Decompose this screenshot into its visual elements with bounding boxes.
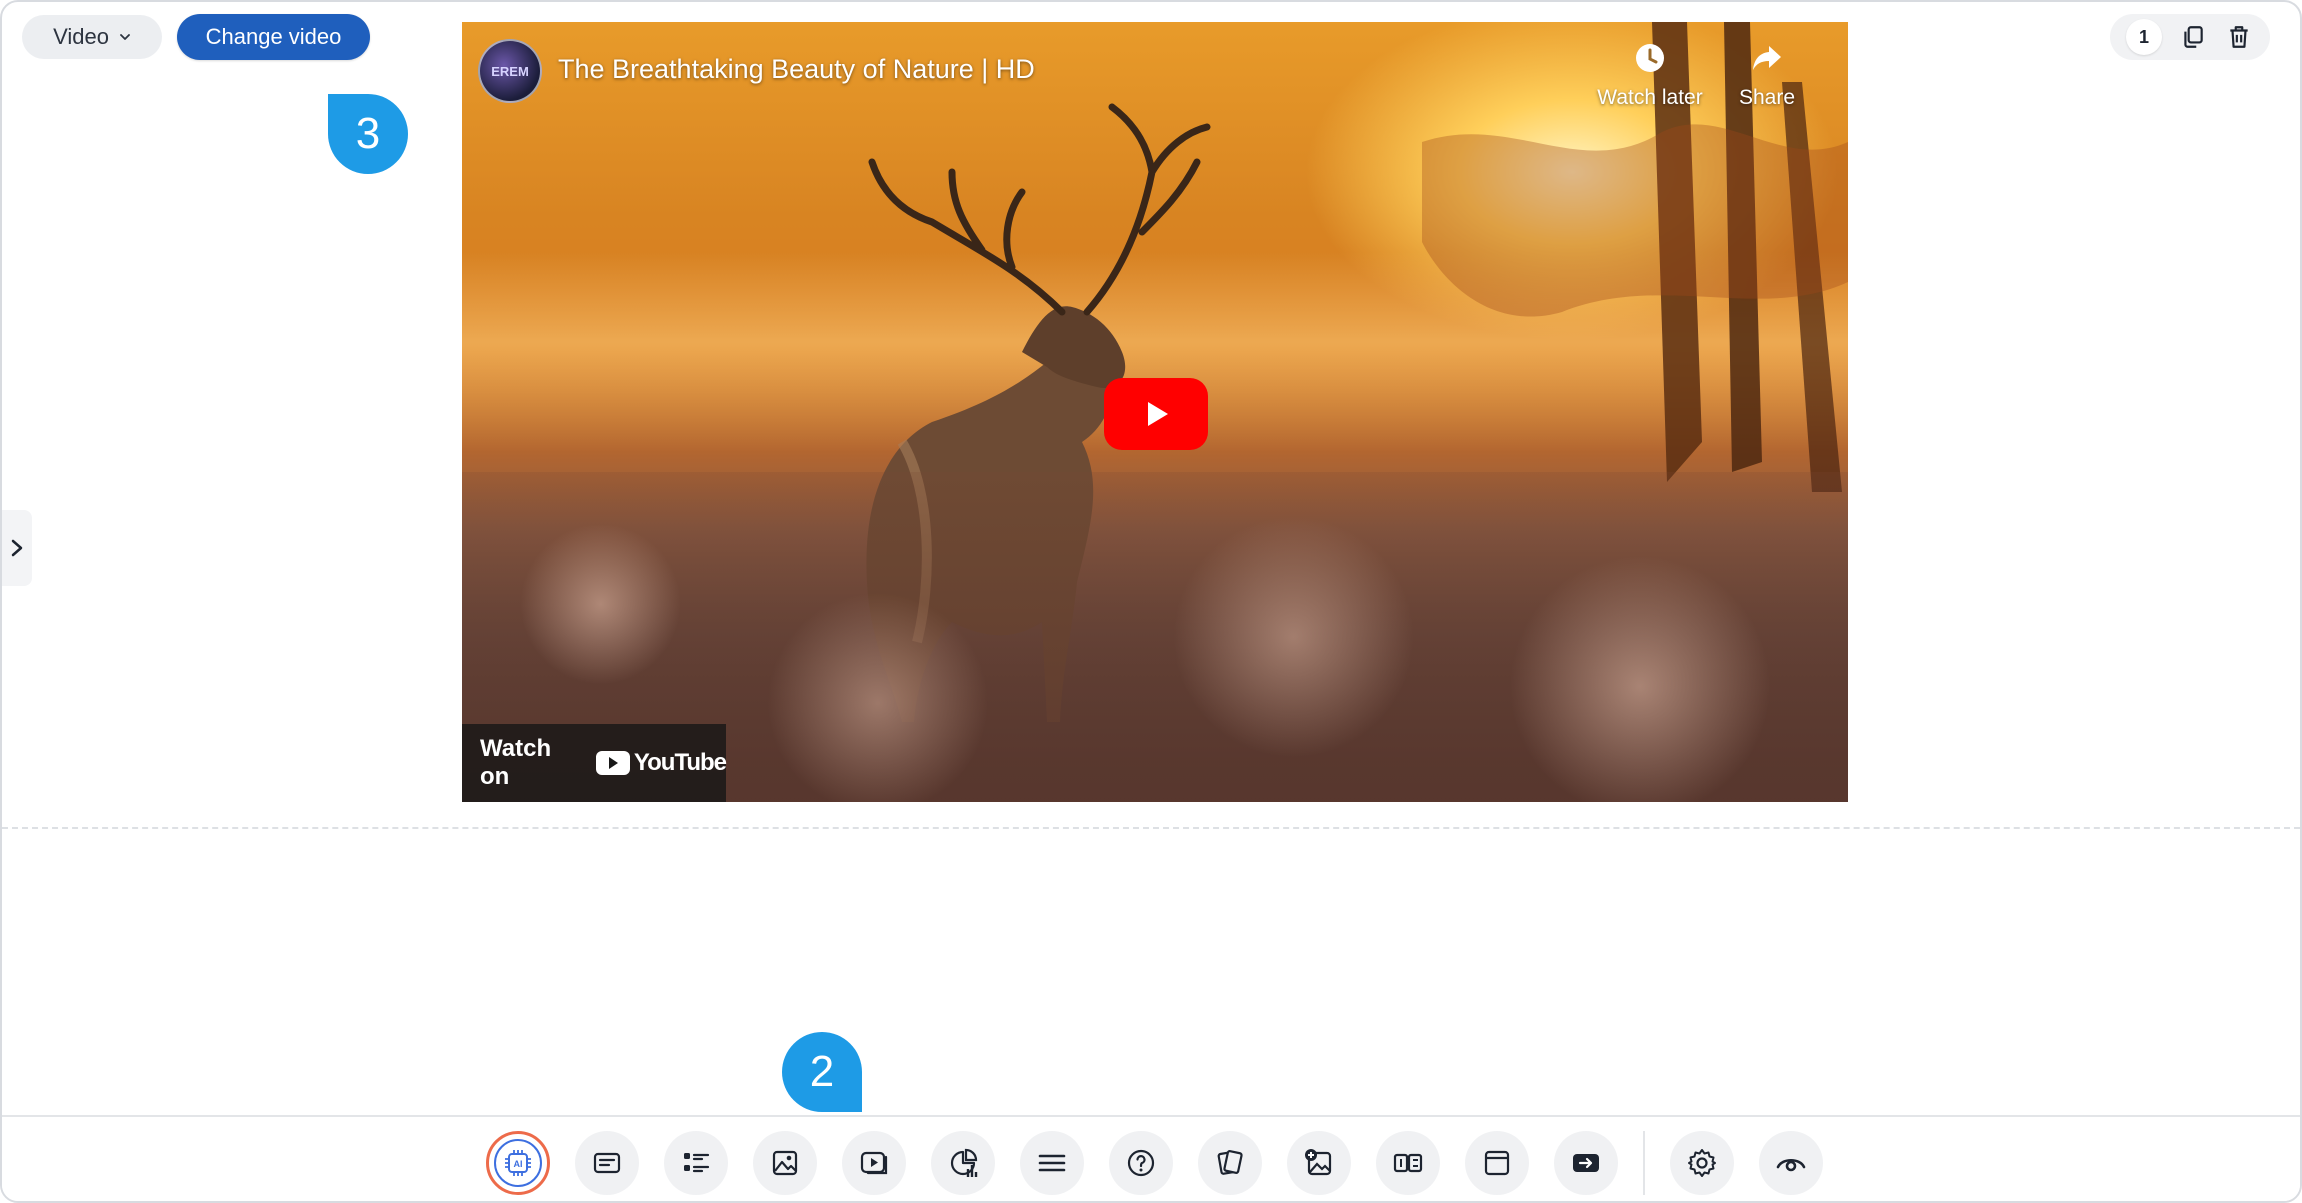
page-count-badge: 1 [2126,19,2162,55]
watch-on-youtube-link[interactable]: Watch on YouTube [462,724,727,802]
block-toolbar: AI [2,1115,2300,1201]
divider-lines-icon [1038,1154,1066,1172]
block-type-label: Video [53,24,109,49]
frame-icon [1484,1150,1510,1176]
callout-step-3: 3 [328,94,408,174]
list-block-button[interactable] [664,1131,728,1195]
youtube-logo: YouTube [595,749,727,777]
text-block-button[interactable] [575,1131,639,1195]
clock-icon [1636,44,1664,72]
compare-block-button[interactable] [1376,1131,1440,1195]
video-title[interactable]: The Breathtaking Beauty of Nature | HD [558,54,1035,85]
block-divider [2,827,2300,829]
callout-step-2: 2 [782,1032,862,1112]
change-video-button[interactable]: Change video [177,14,370,60]
compare-icon [1393,1153,1423,1173]
image-hotspot-block-button[interactable] [1287,1131,1351,1195]
list-icon [684,1153,710,1173]
chevron-right-icon [11,539,23,557]
settings-icon [1688,1149,1716,1177]
share-arrow-icon [1753,46,1781,70]
watch-later-label: Watch later [1597,86,1703,109]
watch-later-button[interactable]: Watch later [1590,40,1710,110]
image-hotspot-icon [1305,1149,1332,1176]
embed-icon [1573,1154,1599,1172]
channel-avatar[interactable]: EREM [478,39,542,103]
question-icon [1127,1149,1155,1177]
preview-button[interactable] [1759,1131,1823,1195]
watch-on-label: Watch on [480,735,552,790]
video-icon [860,1151,888,1175]
chart-block-button[interactable] [931,1131,995,1195]
callout-step-2-number: 2 [809,1047,835,1096]
play-icon [1148,402,1168,426]
youtube-play-logo-icon [595,751,630,775]
chevron-down-icon [120,34,130,40]
flashcards-block-button[interactable] [1198,1131,1262,1195]
youtube-play-button[interactable] [1104,378,1208,450]
duplicate-icon[interactable] [2178,22,2208,52]
embed-block-button[interactable] [1554,1131,1618,1195]
editor-frame: Video Change video 3 1 EREM The Breathta… [0,0,2302,1203]
trash-icon[interactable] [2224,22,2254,52]
block-type-dropdown[interactable]: Video [22,15,162,59]
settings-button[interactable] [1670,1131,1734,1195]
share-button[interactable]: Share [1722,40,1812,110]
flashcards-icon [1217,1150,1243,1175]
ai-assistant-button[interactable]: AI [486,1131,550,1195]
block-actions: 1 [2110,14,2270,60]
svg-text:AI: AI [514,1159,523,1169]
text-block-icon [593,1152,621,1174]
image-block-button[interactable] [753,1131,817,1195]
video-player[interactable]: EREM The Breathtaking Beauty of Nature |… [462,22,1848,802]
sidebar-expand-tab[interactable] [2,510,32,586]
divider-block-button[interactable] [1020,1131,1084,1195]
preview-icon [1776,1158,1806,1172]
ai-icon: AI [494,1139,542,1187]
toolbar-separator [1643,1131,1645,1195]
callout-step-3-number: 3 [355,109,381,158]
video-block-button[interactable] [842,1131,906,1195]
image-icon [772,1150,798,1176]
share-label: Share [1738,86,1796,109]
chart-icon [950,1148,978,1177]
frame-block-button[interactable] [1465,1131,1529,1195]
question-block-button[interactable] [1109,1131,1173,1195]
youtube-wordmark: YouTube [633,749,727,776]
